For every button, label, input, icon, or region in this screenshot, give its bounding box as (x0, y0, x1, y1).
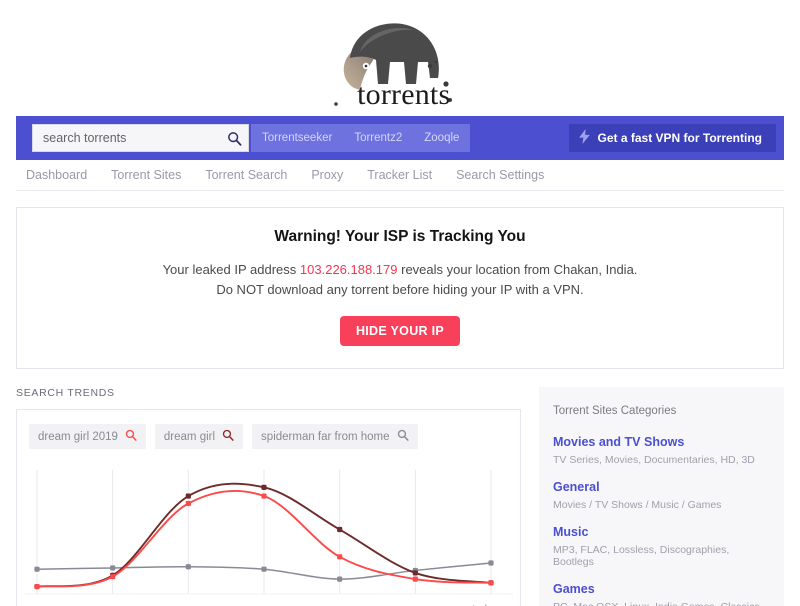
trend-line-chart (25, 470, 513, 595)
category-subtitle: PC, Mac OSX, Linux, Indie Games, Classic… (553, 601, 768, 606)
nav-item-proxy[interactable]: Proxy (311, 168, 343, 182)
bolt-icon (578, 129, 590, 147)
search-field[interactable] (32, 124, 249, 152)
category-name[interactable]: Games (553, 582, 768, 596)
search-trends-card: dream girl 2019 dream girl spiderman far… (16, 409, 521, 606)
search-icon[interactable] (226, 130, 242, 146)
warning-line-1: Your leaked IP address 103.226.188.179 r… (27, 260, 773, 280)
tab-zooqle[interactable]: Zooqle (413, 124, 470, 152)
search-bar: Torrentseeker Torrentz2 Zooqle Get a fas… (16, 116, 784, 160)
category-subtitle: MP3, FLAC, Lossless, Discographies, Boot… (553, 544, 730, 568)
chart-data-point (337, 554, 343, 560)
nav-item-torrent-sites[interactable]: Torrent Sites (111, 168, 181, 182)
category-name[interactable]: Movies and TV Shows (553, 435, 768, 449)
nav-item-dashboard[interactable]: Dashboard (26, 168, 87, 182)
chart-data-point (488, 560, 494, 566)
category-games[interactable]: Games PC, Mac OSX, Linux, Indie Games, C… (553, 582, 768, 606)
category-music[interactable]: Music MP3, FLAC, Lossless, Discographies… (553, 525, 768, 568)
main-nav: Dashboard Torrent Sites Torrent Search P… (16, 160, 784, 191)
torrent-sites-categories-panel: Torrent Sites Categories Movies and TV S… (539, 387, 784, 606)
chart-data-point (185, 564, 191, 570)
sidebar-title: Torrent Sites Categories (553, 405, 677, 417)
logo[interactable]: torrents (310, 12, 490, 116)
get-vpn-button[interactable]: Get a fast VPN for Torrenting (568, 124, 776, 152)
category-movies-and-tv-shows[interactable]: Movies and TV Shows TV Series, Movies, D… (553, 435, 768, 466)
chart-data-point (110, 565, 116, 571)
warning-title: Warning! Your ISP is Tracking You (274, 228, 526, 245)
chart-data-point (261, 484, 267, 490)
category-subtitle: TV Series, Movies, Documentaries, HD, 3D (553, 454, 755, 466)
tab-torrentseeker[interactable]: Torrentseeker (251, 124, 343, 152)
warning-line-2: Do NOT download any torrent before hidin… (216, 282, 584, 297)
chart-data-point (412, 576, 418, 582)
get-vpn-label: Get a fast VPN for Torrenting (597, 131, 762, 145)
trend-chip-dream-girl-2019[interactable]: dream girl 2019 (29, 424, 146, 449)
chart-data-point (110, 574, 116, 580)
category-subtitle: Movies / TV Shows / Music / Games (553, 499, 722, 511)
search-icon[interactable] (397, 429, 409, 444)
engine-tabs: Torrentseeker Torrentz2 Zooqle (251, 124, 471, 152)
warning-line-1-post: reveals your location from Chakan, India… (397, 262, 638, 277)
warning-line-1-pre: Your leaked IP address (162, 262, 300, 277)
nav-item-search-settings[interactable]: Search Settings (456, 168, 544, 182)
trend-chip-label: spiderman far from home (261, 430, 390, 443)
search-icon[interactable] (125, 429, 137, 444)
search-trends-label: SEARCH TRENDS (16, 387, 115, 399)
chart-data-point (488, 580, 494, 586)
category-general[interactable]: General Movies / TV Shows / Music / Game… (553, 480, 768, 511)
hide-your-ip-button[interactable]: HIDE YOUR IP (339, 316, 461, 346)
trend-chip-dream-girl[interactable]: dream girl (154, 424, 244, 449)
search-trends-column: SEARCH TRENDS dream girl 2019 dream girl (16, 387, 521, 606)
tab-torrentz2[interactable]: Torrentz2 (343, 124, 413, 152)
logo-text: torrents (357, 78, 451, 111)
chart-data-point (337, 526, 343, 533)
chart-data-point (185, 500, 191, 507)
chart-data-point (337, 576, 343, 582)
chart-data-point (34, 566, 40, 572)
chart-data-point (34, 583, 40, 590)
nav-item-tracker-list[interactable]: Tracker List (367, 168, 432, 182)
search-trends-chart[interactable] (17, 462, 520, 606)
category-name[interactable]: General (553, 480, 768, 494)
category-name[interactable]: Music (553, 525, 768, 539)
trend-chip-label: dream girl (163, 430, 216, 443)
trend-chip-spiderman-far-from-home[interactable]: spiderman far from home (252, 424, 418, 449)
nav-item-torrent-search[interactable]: Torrent Search (205, 168, 287, 182)
trend-chip-label: dream girl 2019 (38, 430, 118, 443)
isp-warning-card: Warning! Your ISP is Tracking You Your l… (16, 207, 784, 369)
trend-chips: dream girl 2019 dream girl spiderman far… (29, 424, 508, 449)
chart-data-point (185, 493, 191, 499)
chart-data-point (412, 570, 418, 576)
search-icon[interactable] (222, 429, 234, 444)
chart-data-point (261, 493, 267, 499)
site-logo-area: torrents (0, 0, 800, 116)
search-input[interactable] (33, 125, 248, 151)
leaked-ip-address: 103.226.188.179 (299, 262, 398, 277)
chart-data-point (261, 566, 267, 572)
lower-section: SEARCH TRENDS dream girl 2019 dream girl (16, 387, 784, 606)
